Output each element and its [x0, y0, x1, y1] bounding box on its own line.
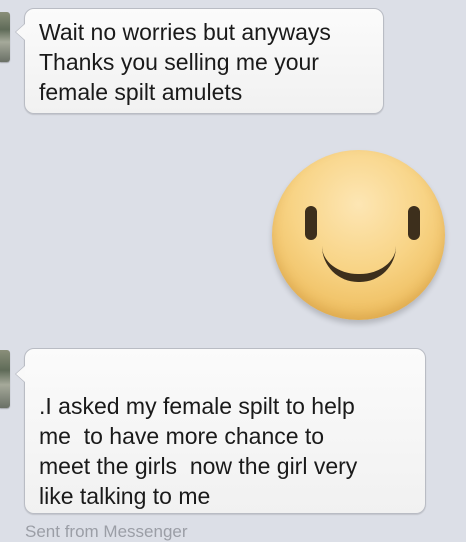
message-text-line: like talking to me: [39, 483, 211, 509]
bubble-tail: [15, 23, 25, 41]
message-bubble-incoming[interactable]: .I asked my female spilt to help me to h…: [15, 348, 426, 514]
message-text-line: meet the girls now the girl very: [39, 453, 358, 479]
contact-avatar[interactable]: [0, 12, 10, 62]
bubble-tail: [15, 365, 25, 383]
message-text-line: female spilt amulets: [39, 79, 243, 105]
sticker-smile: [322, 246, 396, 282]
sent-from-label: Sent from Messenger: [25, 522, 188, 541]
message-text-line: Thanks you selling me your: [39, 49, 319, 75]
contact-avatar[interactable]: [0, 350, 10, 408]
message-text-line: me to have more chance to: [39, 423, 325, 449]
sticker-right-eye: [408, 206, 420, 240]
message-text-line: .I asked my female spilt to help: [39, 393, 355, 419]
sticker-left-eye: [305, 206, 317, 240]
message-text-line: Wait no worries but anyways: [39, 19, 331, 45]
smiley-face-sticker[interactable]: [272, 150, 445, 320]
message-bubble-incoming[interactable]: Wait no worries but anyways Thanks you s…: [15, 8, 384, 114]
